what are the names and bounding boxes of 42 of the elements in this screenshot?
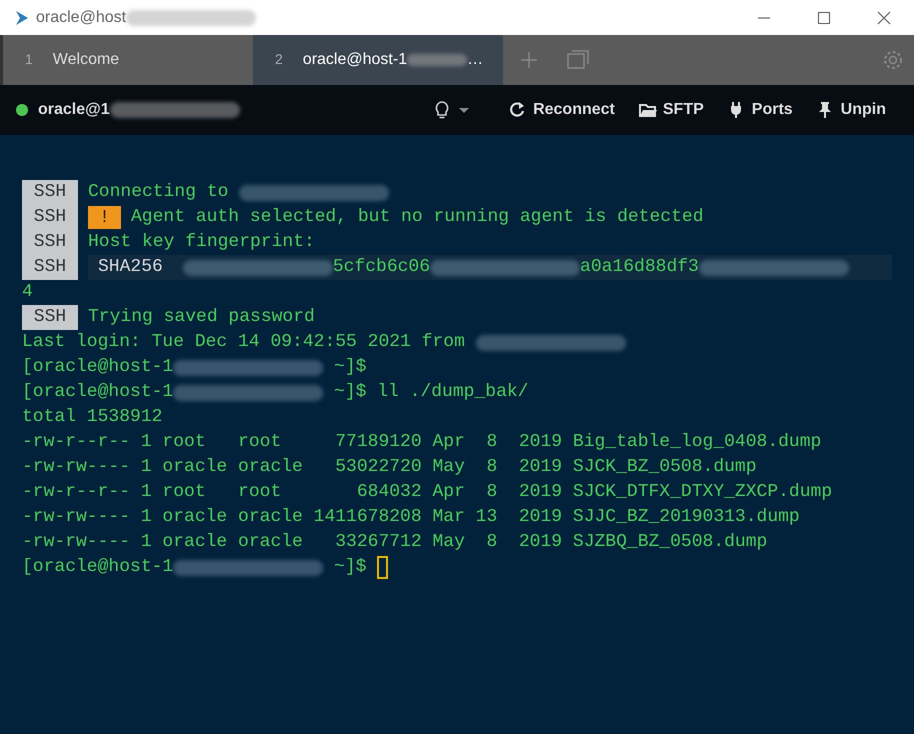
- cursor: [377, 556, 388, 579]
- warning-badge: !: [88, 206, 121, 229]
- tab[interactable]: 2 oracle@host-1 …: [253, 35, 503, 85]
- terminal-text: -rw-r--r-- 1 root root 77189120 Apr 8 2019 Big_table_log_0408.dump: [22, 431, 822, 454]
- terminal-text: -rw-rw---- 1 oracle oracle 1411678208 Mar 13 2019 SJJC_BZ_20190313.dump: [22, 506, 800, 529]
- terminal-text: ~]$: [333, 556, 368, 579]
- tab[interactable]: 1 Welcome: [3, 35, 253, 85]
- add-tab-icon[interactable]: [519, 50, 539, 70]
- terminal-text: Last login: Tue Dec 14 09:42:55 2021 from: [22, 331, 466, 354]
- terminal-text: Host key fingerprint:: [88, 231, 315, 254]
- terminal-text: -rw-rw---- 1 oracle oracle 33267712 May 8 2019 SJZBQ_BZ_0508.dump: [22, 531, 768, 554]
- sftp-button[interactable]: SFTP: [626, 98, 716, 122]
- terminal-text: Connecting to: [88, 181, 230, 204]
- terminal-text: a0a16d88df3: [580, 256, 699, 279]
- ssh-badge: SSH: [22, 180, 78, 205]
- window-title: oracle@host: [36, 8, 126, 28]
- settings-icon[interactable]: [882, 49, 904, 71]
- terminal-text: 5cfcb6c06: [332, 256, 430, 279]
- terminal-text: Agent auth selected, but no running agent is detected: [131, 206, 704, 229]
- terminal-text: total 1538912: [22, 406, 162, 429]
- terminal-text: [oracle@host-1: [22, 356, 174, 379]
- ssh-badge: SSH: [22, 305, 78, 330]
- terminal-text: [oracle@host-1: [22, 556, 174, 579]
- ssh-badge: SSH: [22, 205, 78, 230]
- terminal-text: ~]$: [333, 356, 366, 379]
- folder-icon: [638, 101, 657, 119]
- terminal-text: ~]$ ll ./dump_bak/: [333, 381, 528, 404]
- terminal-text: 4: [22, 281, 33, 304]
- ssh-badge: SSH: [22, 230, 78, 255]
- windows-icon[interactable]: [567, 50, 589, 70]
- host-label: oracle@1: [38, 100, 110, 120]
- ports-button[interactable]: Ports: [716, 98, 805, 122]
- key-type: SHA256: [97, 256, 164, 279]
- terminal-text: -rw-rw---- 1 oracle oracle 53022720 May 8 2019 SJCK_BZ_0508.dump: [22, 456, 757, 479]
- app-logo-icon: [14, 10, 30, 26]
- terminal-text: -rw-r--r-- 1 root root 684032 Apr 8 2019 SJCK_DTFX_DTXY_ZXCP.dump: [22, 481, 832, 504]
- terminal-text: Trying saved password: [88, 306, 315, 329]
- lightbulb-dropdown-icon[interactable]: [435, 100, 472, 120]
- reconnect-button[interactable]: Reconnect: [497, 98, 627, 122]
- unpin-button[interactable]: Unpin: [804, 98, 898, 122]
- terminal-text: [oracle@host-1: [22, 381, 174, 404]
- ssh-badge: SSH: [22, 255, 78, 280]
